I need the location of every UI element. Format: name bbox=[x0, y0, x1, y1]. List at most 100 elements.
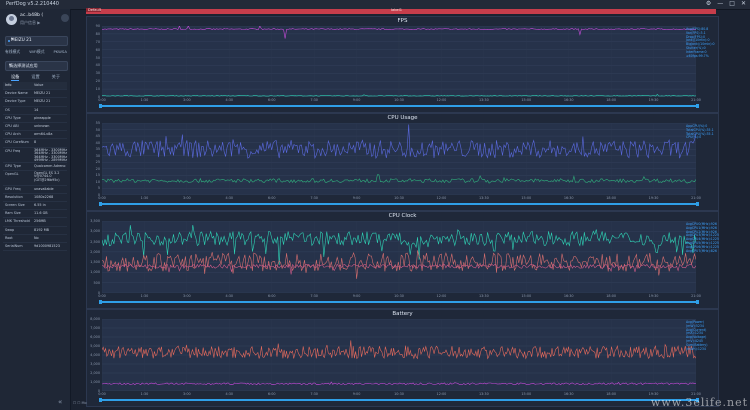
table-row: Device Name MEIZU 21 bbox=[3, 90, 67, 99]
tab-about[interactable]: 关于 bbox=[52, 74, 60, 81]
x-tick-label: 18:00 bbox=[606, 196, 617, 200]
watermark: www.3elife.net bbox=[650, 396, 748, 409]
y-axis: 3,500 3,000 2,500 2,000 1,500 1,000 500 0 bbox=[87, 219, 101, 295]
row-key: Screen Size bbox=[5, 203, 25, 208]
chart-panel-3[interactable]: Battery 8,000 7,000 6,000 5,000 4,000 3,000 2,0… bbox=[86, 309, 719, 407]
row-value: MEIZU 21 bbox=[34, 91, 51, 96]
x-tick-label: 6:00 bbox=[267, 98, 276, 102]
x-axis: 0:00 1:30 3:00 4:30 6:00 7:30 9:00 10:30 12:00 13… bbox=[98, 98, 701, 103]
x-tick-label: 12:00 bbox=[436, 392, 447, 396]
time-range-scrollbar[interactable] bbox=[99, 202, 699, 206]
row-key: OpenGL bbox=[5, 171, 19, 176]
row-value: 364MHz - 3300MHz 364MHz - 3300MHz 364MHz… bbox=[34, 147, 67, 162]
x-tick-label: 3:00 bbox=[183, 98, 191, 102]
device-info-table: Info Value Device Name MEIZU 21 Device Typ… bbox=[3, 82, 67, 252]
x-tick-label: 16:30 bbox=[563, 98, 574, 102]
x-axis: 0:00 1:30 3:00 4:30 6:00 7:30 9:00 10:30 12:00 13… bbox=[98, 392, 701, 397]
user-menu-icon[interactable] bbox=[61, 14, 69, 22]
y-tick-label: 5,000 bbox=[90, 344, 100, 348]
settings-icon[interactable]: ⚙ bbox=[706, 0, 711, 7]
x-axis: 0:00 1:30 3:00 4:30 6:00 7:30 9:00 10:30 12:00 13… bbox=[98, 294, 701, 299]
y-tick-label: 50 bbox=[95, 127, 100, 132]
user-panel[interactable]: ac..b48b ( 用户信息 ▶ bbox=[6, 12, 69, 30]
chart-title: CPU Clock bbox=[388, 213, 417, 219]
chart-panel-0[interactable]: FPS 90 80 70 60 50 40 30 20 10 0 Avg(FPS):80.8 Var(F… bbox=[86, 16, 719, 113]
tab-device[interactable]: 设备 bbox=[10, 74, 20, 81]
x-tick-label: 1:30 bbox=[140, 392, 149, 396]
chart-panel-2[interactable]: CPU Clock 3,500 3,000 2,500 2,000 1,500 1,000 5… bbox=[86, 211, 719, 309]
row-key: CPU Type bbox=[5, 115, 21, 120]
y-tick-label: 7,000 bbox=[90, 326, 100, 330]
header-info: Info bbox=[5, 83, 12, 87]
y-tick-label: 45 bbox=[95, 134, 100, 139]
table-row: SerialNum 9d1000981523 bbox=[3, 243, 67, 252]
plot-area[interactable] bbox=[102, 319, 696, 391]
time-range-scrollbar[interactable] bbox=[99, 104, 699, 108]
minimize-button[interactable]: — bbox=[717, 0, 723, 7]
plot-area[interactable] bbox=[102, 26, 696, 97]
close-button[interactable]: ✕ bbox=[741, 0, 746, 7]
table-row: GPU Type Qualcomm Adreno 750 (TM) bbox=[3, 163, 67, 171]
label-bar[interactable]: Default label1 bbox=[86, 8, 716, 14]
x-tick-label: 15:00 bbox=[521, 98, 532, 102]
row-key: Device Name bbox=[5, 91, 28, 96]
chart-legend: Avg(Power)(mW):5234 Avg(Current)(mA):1234… bbox=[686, 320, 716, 351]
x-tick-label: 16:30 bbox=[563, 294, 574, 298]
window-title: PerfDog v5.2.210440 bbox=[6, 1, 59, 7]
time-range-scrollbar[interactable] bbox=[99, 300, 699, 304]
row-key: GPU Type bbox=[5, 163, 22, 168]
plot-area[interactable] bbox=[102, 123, 696, 195]
chevron-down-icon: ▾ bbox=[11, 37, 14, 42]
x-tick-label: 7:30 bbox=[310, 98, 318, 102]
label-default[interactable]: Default bbox=[86, 8, 102, 12]
chart-svg bbox=[102, 26, 696, 97]
table-row: Device Type MEIZU 21 bbox=[3, 98, 67, 107]
mode-pkwsa[interactable]: PKWSA bbox=[54, 49, 67, 55]
row-key: Swap bbox=[5, 227, 15, 232]
x-tick-label: 21:00 bbox=[691, 196, 701, 200]
row-key: CPU Arch bbox=[5, 132, 21, 137]
chart-legend: Avg(FPS):80.8 Var(FPS):3.1 Drop(FPS):0 Jank… bbox=[686, 27, 716, 58]
x-tick-label: 19:30 bbox=[648, 98, 659, 102]
avatar[interactable] bbox=[6, 14, 17, 25]
table-row: LMK Threshold 256MB bbox=[3, 218, 67, 227]
row-key: SerialNum bbox=[5, 244, 23, 248]
chart-panel-1[interactable]: CPU Usage 55 50 45 40 35 30 25 20 15 10 5 0 AppCPU(%)… bbox=[86, 113, 719, 211]
row-key: OS bbox=[5, 107, 10, 112]
plot-area[interactable] bbox=[102, 221, 696, 293]
y-tick-label: 2,500 bbox=[90, 239, 100, 244]
x-tick-label: 18:00 bbox=[606, 98, 617, 102]
y-tick-label: 90 bbox=[95, 24, 100, 28]
x-tick-label: 12:00 bbox=[436, 294, 447, 298]
app-select[interactable]: 请选择测试应用 ▾ bbox=[5, 61, 68, 71]
time-range-scrollbar[interactable] bbox=[99, 398, 699, 402]
maximize-button[interactable]: □ bbox=[729, 0, 735, 7]
connection-modes: 有线模式 WiFi模式 PKWSA bbox=[5, 49, 67, 55]
y-tick-label: 2,000 bbox=[90, 371, 100, 375]
sidebar-tabs: 设备 设置 关于 bbox=[5, 74, 66, 81]
user-info-link[interactable]: 用户信息 ▶ bbox=[20, 20, 40, 26]
y-tick-label: 20 bbox=[95, 166, 100, 171]
x-tick-label: 16:30 bbox=[563, 392, 574, 396]
x-tick-label: 19:30 bbox=[648, 294, 659, 298]
y-tick-label: 25 bbox=[95, 160, 100, 165]
device-select[interactable]: MEIZU 21 ▾ bbox=[5, 36, 68, 46]
chart-svg bbox=[102, 221, 696, 293]
x-tick-label: 0:00 bbox=[98, 392, 106, 396]
chart-legend: AppCPU(%):0 TotalCPU(%):35.1 TotalCPU(%):3… bbox=[686, 124, 716, 140]
x-tick-label: 9:00 bbox=[352, 294, 361, 298]
window-controls: ⚙ — □ ✕ bbox=[706, 0, 746, 7]
y-tick-label: 3,000 bbox=[90, 229, 100, 234]
x-tick-label: 21:00 bbox=[691, 98, 701, 102]
x-tick-label: 15:00 bbox=[521, 196, 532, 200]
mode-usb[interactable]: 有线模式 bbox=[5, 49, 20, 55]
row-value: pineapple bbox=[34, 115, 51, 120]
x-tick-label: 15:00 bbox=[521, 294, 532, 298]
status-bar: ☐ ☐ Mo bbox=[73, 401, 87, 405]
collapse-sidebar-icon[interactable]: « bbox=[58, 398, 62, 406]
x-tick-label: 18:00 bbox=[606, 294, 617, 298]
x-tick-label: 10:30 bbox=[394, 98, 404, 102]
table-row: Resolution 1080x2268 bbox=[3, 194, 67, 203]
tab-settings[interactable]: 设置 bbox=[31, 74, 39, 81]
mode-wifi[interactable]: WiFi模式 bbox=[29, 49, 44, 55]
